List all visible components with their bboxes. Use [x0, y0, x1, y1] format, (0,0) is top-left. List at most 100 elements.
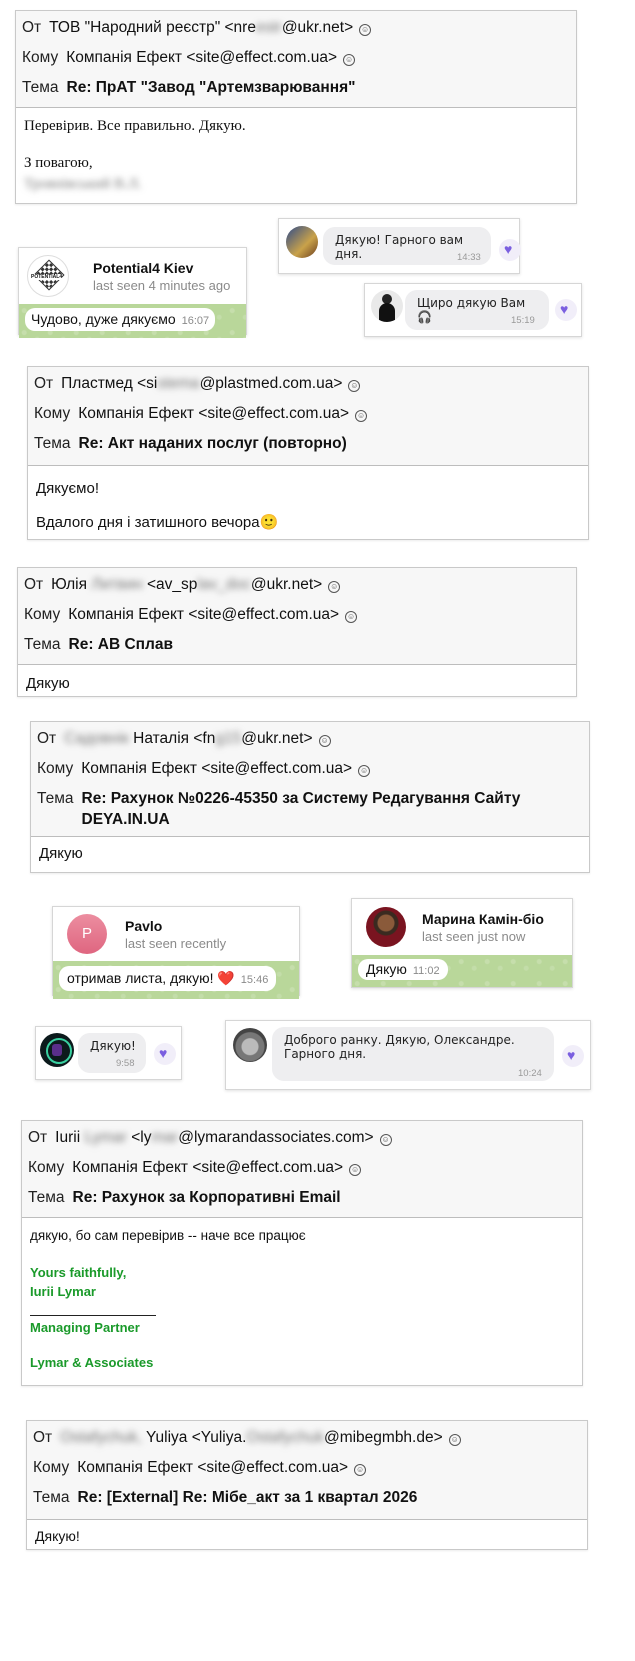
logo-text: POTENTIAL4 [31, 274, 63, 280]
telegram-message-card: P Pavlo last seen recently отримав листа… [52, 906, 300, 996]
to-label: Кому [28, 1159, 65, 1176]
from-sender[interactable]: Садовнік Наталія <fng15@ukr.net> [64, 724, 312, 754]
email-header: От Iurii Lymar <lymar@lymarandassociates… [22, 1121, 582, 1218]
from-label: От [34, 375, 54, 392]
avatar: P [67, 914, 107, 954]
contact-icon[interactable]: ☺ [328, 581, 341, 593]
email-card-deya: От Садовнік Наталія <fng15@ukr.net> ☺ Ко… [30, 721, 590, 873]
message-bubble: Дякую 11:02 [358, 959, 448, 980]
email-body: Перевірив. Все правильно. Дякую. З поваг… [16, 108, 576, 203]
message-time: 15:46 [240, 974, 269, 986]
email-header: От ТОВ "Народний реєстр" <nreestr@ukr.ne… [16, 11, 576, 108]
viber-message-card: Щиро дякую Вам 🎧 15:19 ♥ [364, 283, 582, 337]
email-body: дякую, бо сам перевірив -- наче все прац… [22, 1218, 582, 1380]
subject-label: Тема [28, 1189, 65, 1206]
message-bubble: Доброго ранку. Дякую, Олександре. Гарног… [272, 1027, 554, 1081]
message-time: 10:24 [518, 1068, 542, 1079]
message-time: 11:02 [412, 965, 440, 977]
chat-header: POTENTIAL4 Potential4 Kiev last seen 4 m… [19, 248, 246, 304]
subject-label: Тема [22, 79, 59, 96]
body-text: Дякую [39, 845, 83, 862]
subject-text: Re: Рахунок за Корпоративні Email [72, 1189, 341, 1206]
contact-icon[interactable]: ☺ [358, 765, 371, 777]
to-recipient[interactable]: Компанія Ефект <site@effect.com.ua> [77, 1453, 348, 1483]
from-sender[interactable]: Iurii Lymar <lymar@lymarandassociates.co… [55, 1123, 373, 1153]
like-heart-icon[interactable]: ♥ [499, 239, 521, 261]
viber-message-card: Дякую! 9:58 ♥ [35, 1026, 182, 1080]
from-label: От [28, 1129, 48, 1146]
message-text: Дякую [366, 961, 407, 977]
to-recipient[interactable]: Компанія Ефект <site@effect.com.ua> [78, 399, 349, 429]
contact-icon[interactable]: ☺ [355, 410, 368, 422]
email-body: Дякую [18, 665, 576, 702]
signature-company: Lymar & Associates [30, 1355, 154, 1370]
to-label: Кому [22, 49, 59, 66]
body-text: Перевірив. Все правильно. Дякую. [24, 118, 246, 134]
from-row: От Пластмед <sistema@plastmed.com.ua> ☺ [28, 369, 588, 399]
from-sender[interactable]: ТОВ "Народний реєстр" <nreestr@ukr.net> [49, 13, 353, 43]
signature-name: Iurii Lymar [30, 1284, 96, 1299]
last-seen: last seen recently [125, 935, 227, 951]
to-recipient[interactable]: Компанія Ефект <site@effect.com.ua> [81, 754, 352, 784]
chat-header: Марина Камін-біо last seen just now [352, 899, 572, 955]
message-text: Доброго ранку. Дякую, Олександре. [284, 1033, 515, 1047]
message-text: отримав листа, дякую! ❤️ [67, 970, 235, 986]
message-time: 9:58 [116, 1058, 135, 1069]
to-label: Кому [34, 405, 71, 422]
from-label: От [37, 730, 57, 747]
subject-text: Re: [External] Re: Мібе_акт за 1 квартал… [77, 1489, 418, 1506]
contact-icon[interactable]: ☺ [448, 1434, 461, 1446]
to-row: Кому Компанія Ефект <site@effect.com.ua>… [18, 600, 576, 630]
subject-label: Тема [24, 636, 61, 653]
signature-title: Managing Partner [30, 1320, 140, 1335]
email-card-mibe: От Ostafychuk, Yuliya <Yuliya.Ostafychuk… [26, 1420, 588, 1550]
contact-icon[interactable]: ☺ [345, 611, 358, 623]
telegram-message-card: POTENTIAL4 Potential4 Kiev last seen 4 m… [18, 247, 247, 335]
to-row: Кому Компанія Ефект <site@effect.com.ua>… [28, 399, 588, 429]
from-label: От [33, 1429, 53, 1446]
message-text: Гарного дня. [284, 1047, 367, 1061]
to-row: Кому Компанія Ефект <site@effect.com.ua>… [27, 1453, 587, 1483]
like-heart-icon[interactable]: ♥ [555, 299, 577, 321]
chat-area: Дякую 11:02 [352, 955, 572, 987]
to-recipient[interactable]: Компанія Ефект <site@effect.com.ua> [68, 600, 339, 630]
from-row: От Юлія Литвин <av_splav_doc@ukr.net> ☺ [18, 570, 576, 600]
message-time: 14:33 [457, 252, 481, 263]
to-recipient[interactable]: Компанія Ефект <site@effect.com.ua> [72, 1153, 343, 1183]
to-row: Кому Компанія Ефект <site@effect.com.ua>… [31, 754, 589, 784]
contact-icon[interactable]: ☺ [349, 1164, 362, 1176]
signature-closing: Yours faithfully, [30, 1265, 127, 1280]
contact-icon[interactable]: ☺ [318, 735, 331, 747]
subject-label: Тема [34, 435, 71, 452]
like-heart-icon[interactable]: ♥ [562, 1045, 584, 1067]
message-bubble: Дякую! [78, 1033, 146, 1073]
from-label: От [22, 19, 42, 36]
message-text: Чудово, дуже дякуємо [31, 311, 176, 327]
from-sender[interactable]: Юлія Литвин <av_splav_doc@ukr.net> [51, 570, 322, 600]
viber-message-card: Доброго ранку. Дякую, Олександре. Гарног… [225, 1020, 591, 1090]
contact-icon[interactable]: ☺ [354, 1464, 367, 1476]
from-sender[interactable]: Пластмед <sistema@plastmed.com.ua> [61, 369, 342, 399]
viber-message-card: Дякую! Гарного вам дня. 14:33 ♥ [278, 218, 521, 274]
to-label: Кому [24, 606, 61, 623]
contact-icon[interactable]: ☺ [343, 54, 356, 66]
message-text: Щиро дякую Вам 🎧 [417, 296, 526, 324]
last-seen: last seen 4 minutes ago [93, 277, 231, 293]
avatar [40, 1033, 74, 1067]
from-sender[interactable]: Ostafychuk, Yuliya <Yuliya.Ostafychuk@mi… [60, 1423, 443, 1453]
to-recipient[interactable]: Компанія Ефект <site@effect.com.ua> [66, 43, 337, 73]
like-heart-icon[interactable]: ♥ [154, 1043, 176, 1065]
to-row: Кому Компанія Ефект <site@effect.com.ua>… [22, 1153, 582, 1183]
message-bubble: отримав листа, дякую! ❤️ 15:46 [59, 966, 277, 991]
from-row: От Iurii Lymar <lymar@lymarandassociates… [22, 1123, 582, 1153]
subject-label: Тема [37, 790, 74, 807]
subject-row: Тема Re: Рахунок №0226-45350 за Систему … [31, 784, 589, 830]
contact-icon[interactable]: ☺ [379, 1134, 392, 1146]
subject-row: Тема Re: Акт наданих послуг (повторно) [28, 429, 588, 459]
subject-text: Re: ПрАТ "Завод "Артемзварювання" [66, 79, 356, 96]
contact-icon[interactable]: ☺ [348, 380, 361, 392]
subject-text: Re: Акт наданих послуг (повторно) [78, 435, 347, 452]
contact-icon[interactable]: ☺ [359, 24, 372, 36]
email-header: От Ostafychuk, Yuliya <Yuliya.Ostafychuk… [27, 1421, 587, 1520]
email-header: От Юлія Литвин <av_splav_doc@ukr.net> ☺ … [18, 568, 576, 665]
